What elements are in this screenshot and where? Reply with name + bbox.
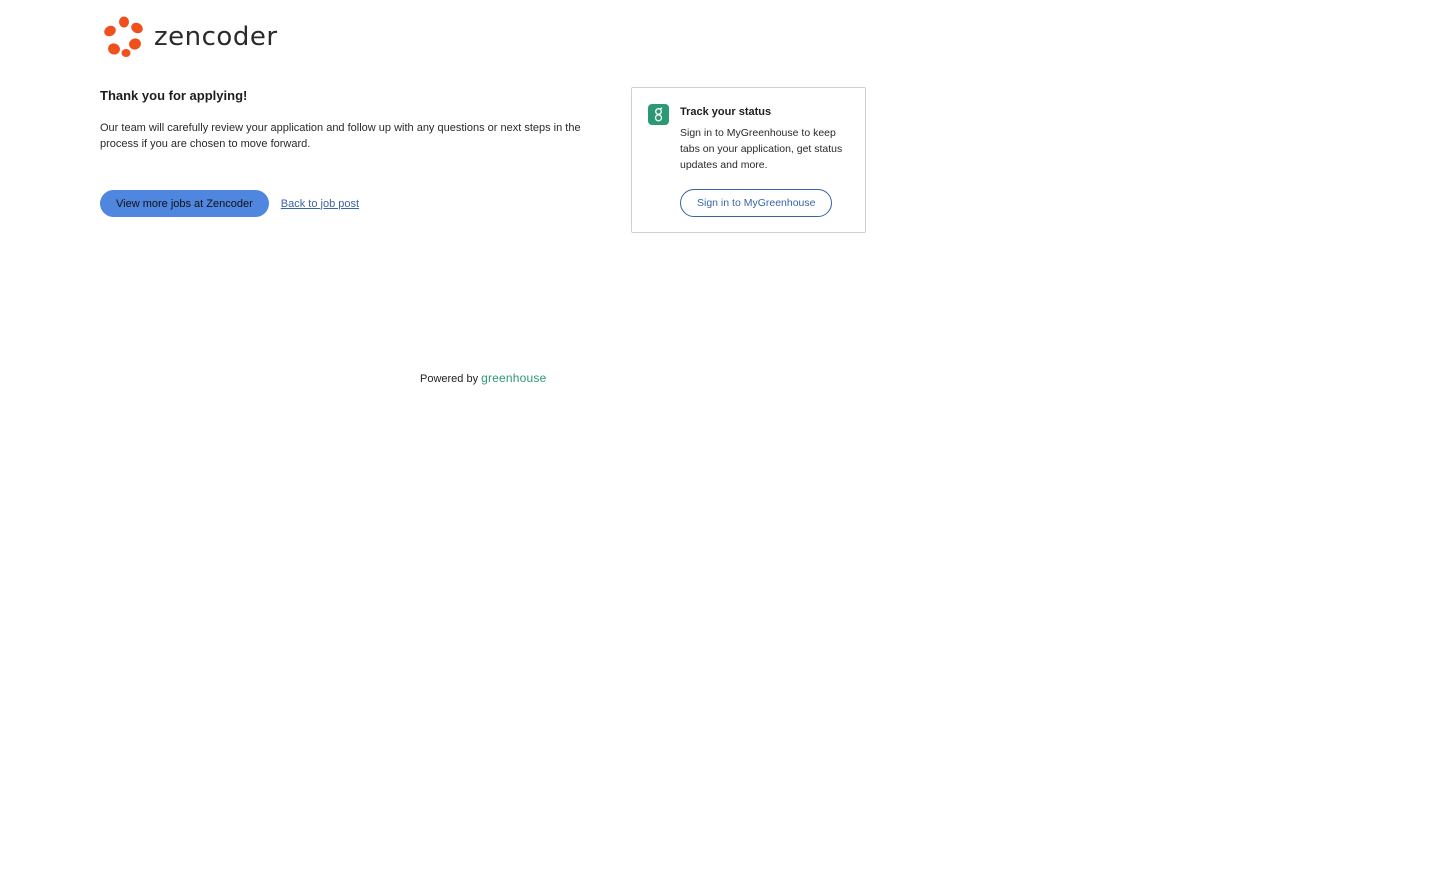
card-title: Track your status (680, 106, 772, 118)
track-status-card: Track your status Sign in to MyGreenhous… (631, 87, 866, 233)
view-more-jobs-button[interactable]: View more jobs at Zencoder (100, 190, 269, 217)
page-title: Thank you for applying! (100, 88, 248, 103)
back-to-job-post-link[interactable]: Back to job post (281, 198, 359, 210)
confirmation-content: Thank you for applying! Our team will ca… (100, 88, 600, 217)
company-logo-text: zencoder (154, 22, 278, 52)
company-logo[interactable]: zencoder (102, 16, 278, 58)
greenhouse-logo-link[interactable]: greenhouse (481, 371, 546, 385)
greenhouse-g-icon (648, 104, 669, 125)
powered-by-footer: Powered by greenhouse (420, 371, 546, 385)
confirmation-message: Our team will carefully review your appl… (100, 122, 581, 150)
action-row: View more jobs at Zencoder Back to job p… (100, 190, 600, 217)
card-description: Sign in to MyGreenhouse to keep tabs on … (680, 127, 843, 171)
confirmation-page: zencoder Thank you for applying! Our tea… (0, 0, 1452, 883)
zencoder-flower-icon (104, 16, 143, 57)
powered-by-label: Powered by (420, 373, 479, 385)
sign-in-mygreenhouse-button[interactable]: Sign in to MyGreenhouse (680, 189, 833, 217)
